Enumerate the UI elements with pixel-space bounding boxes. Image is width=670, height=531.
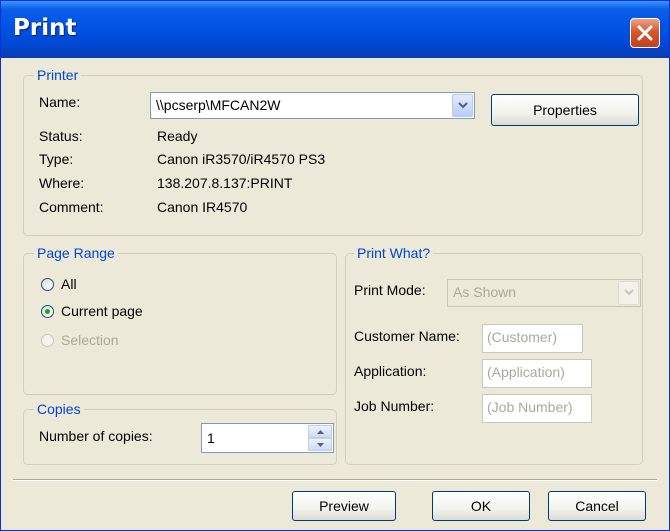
radio-selection (41, 334, 54, 347)
status-label: Status: (39, 128, 83, 144)
radio-all-label: All (61, 276, 77, 292)
printer-name-value: \\pcserp\MFCAN2W (156, 97, 281, 113)
application-field: (Application) (482, 359, 592, 388)
range-option-all[interactable]: All (41, 276, 121, 294)
copies-value: 1 (207, 430, 215, 446)
customer-name-placeholder: (Customer) (487, 329, 558, 345)
radio-selection-label: Selection (61, 332, 119, 348)
printer-dropdown-button[interactable] (452, 94, 473, 117)
footer-separator (13, 479, 657, 481)
print-what-group-title: Print What? (354, 245, 434, 261)
radio-all[interactable] (41, 278, 54, 291)
copies-group-title: Copies (34, 401, 84, 417)
title-bar[interactable]: Print (1, 1, 669, 58)
print-mode-dropdown-button (618, 281, 639, 305)
copies-label-text: Number of copies: (39, 428, 153, 444)
range-option-selection: Selection (41, 332, 191, 350)
close-button[interactable] (630, 18, 660, 48)
printer-name-select[interactable]: \\pcserp\MFCAN2W (150, 92, 475, 119)
print-mode-value: As Shown (453, 284, 517, 300)
preview-button[interactable]: Preview (292, 491, 396, 521)
print-mode-select: As Shown (447, 279, 641, 307)
range-option-current-page[interactable]: Current page (41, 303, 191, 321)
status-value: Ready (157, 128, 198, 144)
page-range-group-title: Page Range (34, 245, 118, 261)
ok-button[interactable]: OK (432, 491, 530, 521)
type-label: Type: (39, 151, 74, 167)
page-range-group: Page Range (23, 245, 337, 395)
job-number-label: Job Number: (354, 398, 435, 414)
radio-current-page[interactable] (41, 305, 54, 318)
printer-group-title: Printer (34, 67, 82, 83)
type-value: Canon iR3570/iR4570 PS3 (157, 151, 326, 167)
application-placeholder: (Application) (487, 364, 565, 380)
spin-up-button[interactable] (308, 425, 332, 438)
radio-current-page-label: Current page (61, 303, 143, 319)
copies-spin-buttons (308, 425, 332, 451)
copies-spinner[interactable]: 1 (201, 423, 334, 453)
application-label: Application: (354, 363, 427, 379)
chevron-down-icon (624, 289, 634, 296)
window-title: Print (13, 15, 77, 41)
cancel-button[interactable]: Cancel (548, 491, 646, 521)
spin-down-icon (317, 443, 324, 447)
job-number-placeholder: (Job Number) (487, 399, 573, 415)
properties-button[interactable]: Properties (491, 94, 639, 126)
customer-name-label: Customer Name: (354, 328, 460, 344)
copies-label: Number of copies: (39, 428, 153, 445)
customer-name-field: (Customer) (482, 324, 583, 353)
print-dialog: Print Printer Name: \\pcserp\MFCAN2W Pro… (0, 0, 670, 531)
print-mode-label: Print Mode: (354, 282, 426, 298)
job-number-field: (Job Number) (482, 394, 592, 423)
chevron-down-icon (458, 102, 468, 109)
comment-value: Canon IR4570 (157, 199, 248, 215)
name-label: Name: (39, 94, 81, 110)
close-icon (637, 25, 653, 41)
spin-up-icon (317, 430, 324, 434)
comment-label: Comment: (39, 199, 104, 215)
where-value: 138.207.8.137:PRINT (157, 175, 293, 191)
spin-down-button[interactable] (308, 438, 332, 451)
where-label: Where: (39, 175, 85, 191)
